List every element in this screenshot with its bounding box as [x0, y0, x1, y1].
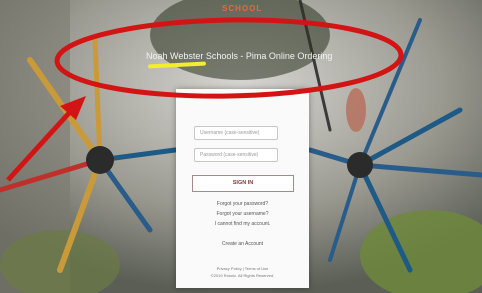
- red-arrow-annotation: [6, 110, 72, 182]
- red-annotation-overlay: [6, 17, 404, 182]
- red-circle-annotation: [54, 17, 404, 99]
